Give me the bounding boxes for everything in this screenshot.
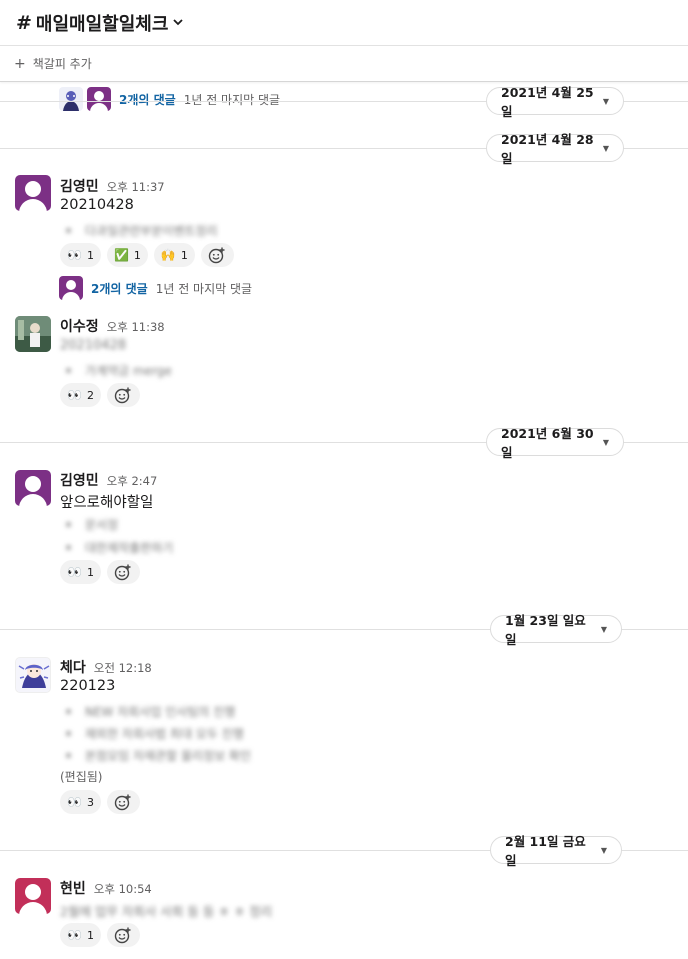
date-label: 2021년 4월 25일 [501,85,594,119]
chevron-down-icon [173,16,184,29]
message-header: 현빈 오후 10:54 [60,878,152,898]
message-text: 20210428 [60,197,134,213]
thread-replies-link[interactable]: 2개의 댓글 1년 전 마지막 댓글 [59,276,252,300]
reaction-eyes[interactable]: 👀 3 [60,790,101,814]
timestamp[interactable]: 오전 12:18 [94,660,152,676]
sender-name[interactable]: 체다 [60,657,86,677]
date-label: 2월 11일 금요일 [505,834,586,868]
list-item: 재외한 자회사법 최대 모두 진행 [66,725,244,742]
avatar[interactable] [15,657,51,693]
list-item: 대한제작출판하기 [66,539,173,556]
message-header: 김영민 오후 2:47 [60,470,157,490]
list-item: 본점모임 자재관할 물리정보 확인 [66,747,251,764]
message-text: 220123 [60,678,116,694]
reactions: 👀 1 [60,923,140,947]
reaction-eyes[interactable]: 👀 1 [60,560,101,584]
add-reaction-button[interactable] [106,383,140,407]
thread-replies-link[interactable]: 2개의 댓글 1년 전 마지막 댓글 [59,87,280,111]
add-emoji-icon [115,387,131,404]
reactions: 👀 2 [60,383,140,407]
list-item: 다과일관련부분이벤트정리 [66,222,217,239]
message-header: 이수정 오후 11:38 [60,316,165,336]
chevron-down-icon: ▼ [600,845,607,855]
reply-count: 2개의 댓글 [119,92,176,107]
hash-icon: # [16,11,32,34]
edited-label: (편집됨) [60,770,103,784]
reply-count: 2개의 댓글 [91,281,148,296]
date-jump-button[interactable]: 2021년 4월 28일 ▼ [486,132,624,166]
date-jump-button[interactable]: 1월 23일 일요일 ▼ [490,613,622,647]
channel-header: # 매일매일할일체크 [0,0,688,46]
add-emoji-icon [115,794,131,811]
channel-title: 매일매일할일체크 [35,13,169,35]
date-label: 2021년 6월 30일 [501,426,594,460]
add-reaction-button[interactable] [200,243,234,267]
avatar [59,87,83,111]
date-label: 2021년 4월 28일 [501,132,594,166]
sender-name[interactable]: 현빈 [60,878,86,898]
last-reply-time: 1년 전 마지막 댓글 [155,281,253,296]
date-jump-button[interactable]: 2021년 6월 30일 ▼ [486,426,624,460]
reaction-eyes[interactable]: 👀 2 [60,383,101,407]
reaction-eyes[interactable]: 👀 1 [60,923,101,947]
chevron-down-icon: ▼ [602,437,609,447]
reactions: 👀 1 [60,560,140,584]
message-text: 앞으로해야할일 [60,495,154,511]
add-reaction-button[interactable] [106,560,140,584]
message-text: 2월에 업무 자회사 사회 등 등 ㅎ ㅎ 정리 [60,904,273,919]
timestamp[interactable]: 오후 11:37 [107,179,165,195]
reaction-eyes[interactable]: 👀 1 [60,243,101,267]
add-emoji-icon [115,564,131,581]
avatar [59,276,83,300]
avatar[interactable] [15,470,51,506]
add-reaction-button[interactable] [106,790,140,814]
sender-name[interactable]: 김영민 [60,470,99,490]
reactions: 👀 1 ✅ 1 🙌 1 [60,243,234,267]
add-bookmark-label: 책갈피 추가 [32,57,92,71]
timestamp[interactable]: 오후 2:47 [107,473,158,489]
chevron-down-icon: ▼ [602,96,609,106]
chevron-down-icon: ▼ [600,624,607,634]
channel-name-button[interactable]: # 매일매일할일체크 [16,10,184,36]
message-text: 20210428 [60,338,127,353]
list-item: 문서정 [66,516,118,533]
add-emoji-icon [115,927,131,944]
add-bookmark-button[interactable]: + 책갈피 추가 [14,55,92,72]
list-item: 가계약금 merge [66,362,172,379]
message-header: 체다 오전 12:18 [60,657,152,677]
add-emoji-icon [209,247,225,264]
message-header: 김영민 오후 11:37 [60,176,165,196]
reaction-raised-hands[interactable]: 🙌 1 [153,243,195,267]
bookmarks-bar: + 책갈피 추가 [0,46,688,82]
plus-icon: + [14,55,26,72]
add-reaction-button[interactable] [106,923,140,947]
list-item: NEW 자회사업 인사팀의 진행 [66,703,235,720]
chevron-down-icon: ▼ [602,143,609,153]
avatar[interactable] [15,175,51,211]
date-jump-button[interactable]: 2021년 4월 25일 ▼ [486,85,624,119]
timestamp[interactable]: 오후 11:38 [107,319,165,335]
avatar[interactable] [15,316,51,352]
avatar [87,87,111,111]
last-reply-time: 1년 전 마지막 댓글 [183,92,281,107]
date-jump-button[interactable]: 2월 11일 금요일 ▼ [490,834,622,868]
sender-name[interactable]: 김영민 [60,176,99,196]
date-label: 1월 23일 일요일 [505,613,586,647]
avatar[interactable] [15,878,51,914]
sender-name[interactable]: 이수정 [60,316,99,336]
reaction-check[interactable]: ✅ 1 [106,243,148,267]
reactions: 👀 3 [60,790,140,814]
timestamp[interactable]: 오후 10:54 [94,881,152,897]
